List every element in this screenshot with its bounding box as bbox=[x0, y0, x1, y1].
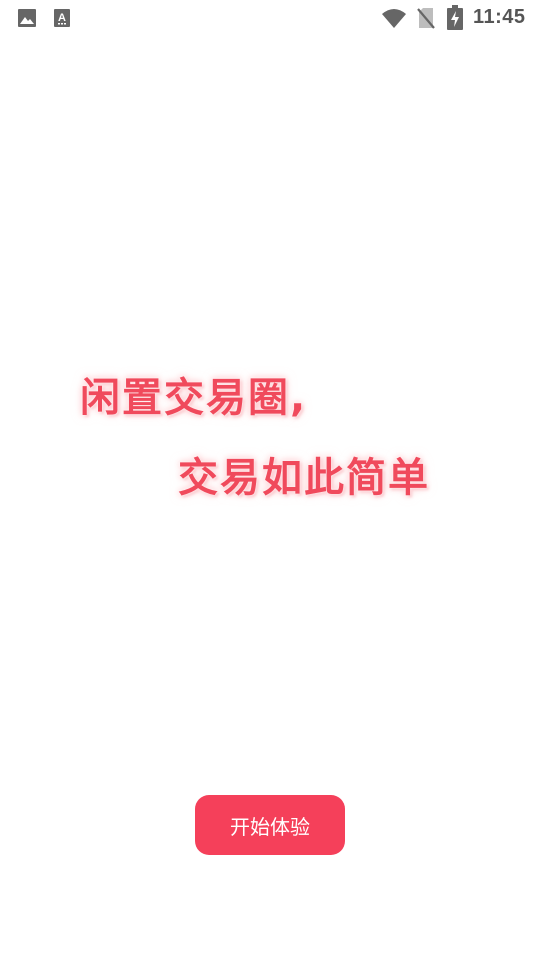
status-bar: A 11:45 bbox=[0, 0, 540, 36]
slogan-line-2: 交易如此简单 bbox=[178, 455, 430, 501]
wifi-icon bbox=[382, 9, 406, 28]
status-time: 11:45 bbox=[473, 6, 526, 28]
font-a-icon: A bbox=[54, 9, 70, 27]
svg-text:A: A bbox=[58, 12, 66, 24]
battery-charging-icon bbox=[447, 5, 463, 30]
start-experience-button[interactable]: 开始体验 bbox=[195, 795, 345, 855]
image-icon bbox=[18, 9, 36, 27]
no-sim-icon bbox=[417, 8, 435, 29]
slogan-line-1: 闲置交易圈, bbox=[80, 375, 308, 421]
